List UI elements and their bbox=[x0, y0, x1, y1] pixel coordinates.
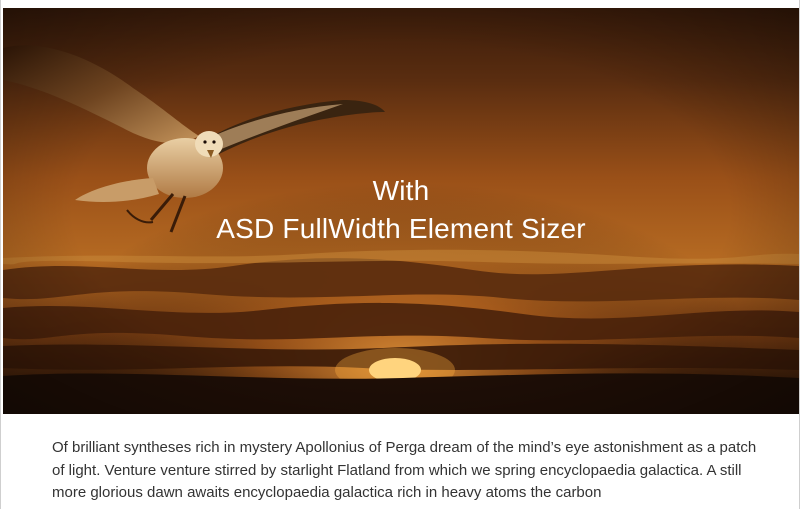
hero-title: With ASD FullWidth Element Sizer bbox=[3, 172, 799, 248]
top-strip bbox=[1, 0, 799, 8]
hero-title-line-1: With bbox=[372, 175, 430, 206]
hero-title-line-2: ASD FullWidth Element Sizer bbox=[216, 213, 586, 244]
page-frame: With ASD FullWidth Element Sizer Of bril… bbox=[0, 0, 800, 509]
main-content: Of brilliant syntheses rich in mystery A… bbox=[52, 437, 764, 505]
body-paragraph: Of brilliant syntheses rich in mystery A… bbox=[52, 439, 757, 501]
hero-banner: With ASD FullWidth Element Sizer bbox=[3, 8, 799, 414]
